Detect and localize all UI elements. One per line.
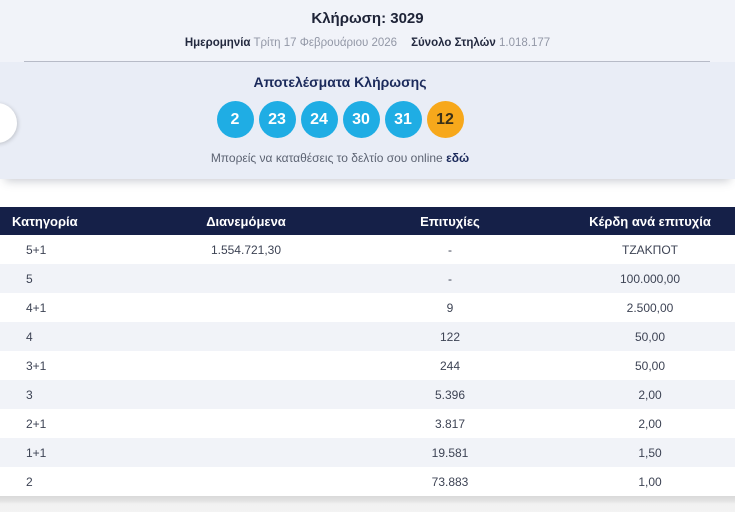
table-row: 2 73.883 1,00 xyxy=(0,467,735,496)
table-row: 3 5.396 2,00 xyxy=(0,380,735,409)
table-row: 4 122 50,00 xyxy=(0,322,735,351)
draw-header: Κλήρωση: 3029 Ημερομηνία Τρίτη 17 Φεβρου… xyxy=(0,0,735,62)
category-cell: 1+1 xyxy=(26,445,47,460)
header-category: Κατηγορία xyxy=(12,213,78,229)
prize-table-body: 5+1 1.554.721,30 - ΤΖΑΚΠΟΤ 5 - 100.000,00 4+1 9 2… xyxy=(0,235,735,496)
page-bottom-shadow xyxy=(0,496,735,512)
winning-numbers: 2 23 24 30 31 12 xyxy=(0,101,680,138)
prize-cell: 2,00 xyxy=(638,387,662,402)
draw-date: Ημερομηνία Τρίτη 17 Φεβρουάριου 2026 xyxy=(185,37,397,49)
total-columns: Σύνολο Στηλών 1.018.177 xyxy=(411,37,550,49)
prize-table: Κατηγορία Διανεμόμενα Επιτυχίες Κέρδη αν… xyxy=(0,207,735,496)
winning-number-ball: 23 xyxy=(258,101,296,138)
bonus-number-ball: 12 xyxy=(426,101,464,138)
submit-online-caption: Μπορείς να καταθέσεις το δελτίο σου onli… xyxy=(0,151,680,165)
prize-cell: 2,00 xyxy=(638,416,662,431)
winners-cell: 122 xyxy=(439,329,461,344)
header-prize: Κέρδη ανά επιτυχία xyxy=(589,213,711,229)
category-cell: 5+1 xyxy=(26,242,47,257)
table-row: 4+1 9 2.500,00 xyxy=(0,293,735,322)
submit-online-link[interactable]: εδώ xyxy=(446,151,469,165)
table-row: 2+1 3.817 2,00 xyxy=(0,409,735,438)
spacer xyxy=(0,179,735,207)
prize-cell: 1,50 xyxy=(638,445,662,460)
winners-cell: - xyxy=(448,271,452,286)
prize-table-header: Κατηγορία Διανεμόμενα Επιτυχίες Κέρδη αν… xyxy=(0,207,735,235)
columns-label: Σύνολο Στηλών xyxy=(411,37,496,49)
category-cell: 2+1 xyxy=(26,416,47,431)
table-row: 5+1 1.554.721,30 - ΤΖΑΚΠΟΤ xyxy=(0,235,735,264)
table-row: 3+1 244 50,00 xyxy=(0,351,735,380)
prize-cell: 50,00 xyxy=(634,329,666,344)
category-cell: 3+1 xyxy=(26,358,47,373)
winners-cell: 5.396 xyxy=(434,387,466,402)
table-row: 1+1 19.581 1,50 xyxy=(0,438,735,467)
winners-cell: 73.883 xyxy=(431,474,469,489)
date-value: Τρίτη 17 Φεβρουάριου 2026 xyxy=(253,37,398,49)
category-cell: 4+1 xyxy=(26,300,47,315)
prize-cell: 2.500,00 xyxy=(626,300,674,315)
winning-number-ball: 2 xyxy=(216,101,254,138)
winning-number-ball: 30 xyxy=(342,101,380,138)
winners-cell: 3.817 xyxy=(434,416,466,431)
date-label: Ημερομηνία xyxy=(184,37,251,49)
draw-title: Κλήρωση: 3029 xyxy=(311,10,424,27)
prize-cell: 100.000,00 xyxy=(619,271,681,286)
prize-cell: 1,00 xyxy=(638,474,662,489)
header-winners: Επιτυχίες xyxy=(420,213,480,229)
category-cell: 2 xyxy=(26,474,33,489)
results-content: Αποτελέσματα Κλήρωσης 2 23 24 30 31 12 Μπορεί… xyxy=(0,62,680,165)
category-cell: 3 xyxy=(26,387,33,402)
winners-cell: 9 xyxy=(446,300,454,315)
draw-meta: Ημερομηνία Τρίτη 17 Φεβρουάριου 2026 Σύνο… xyxy=(0,37,735,49)
results-heading: Αποτελέσματα Κλήρωσης xyxy=(253,74,427,90)
header-distributed: Διανεμόμενα xyxy=(206,213,286,229)
winners-cell: 244 xyxy=(439,358,461,373)
table-row: 5 - 100.000,00 xyxy=(0,264,735,293)
results-panel: Αποτελέσματα Κλήρωσης 2 23 24 30 31 12 Μπορεί… xyxy=(0,62,735,179)
distributed-cell: 1.554.721,30 xyxy=(210,242,282,257)
category-cell: 4 xyxy=(26,329,33,344)
winning-number-ball: 31 xyxy=(384,101,422,138)
winning-number-ball: 24 xyxy=(300,101,338,138)
winners-cell: 19.581 xyxy=(431,445,469,460)
columns-value: 1.018.177 xyxy=(499,37,551,49)
winners-cell: - xyxy=(448,242,452,257)
prize-cell: ΤΖΑΚΠΟΤ xyxy=(622,242,678,257)
category-cell: 5 xyxy=(26,271,33,286)
prize-cell: 50,00 xyxy=(634,358,666,373)
caption-text: Μπορείς να καταθέσεις το δελτίο σου onli… xyxy=(210,151,443,165)
